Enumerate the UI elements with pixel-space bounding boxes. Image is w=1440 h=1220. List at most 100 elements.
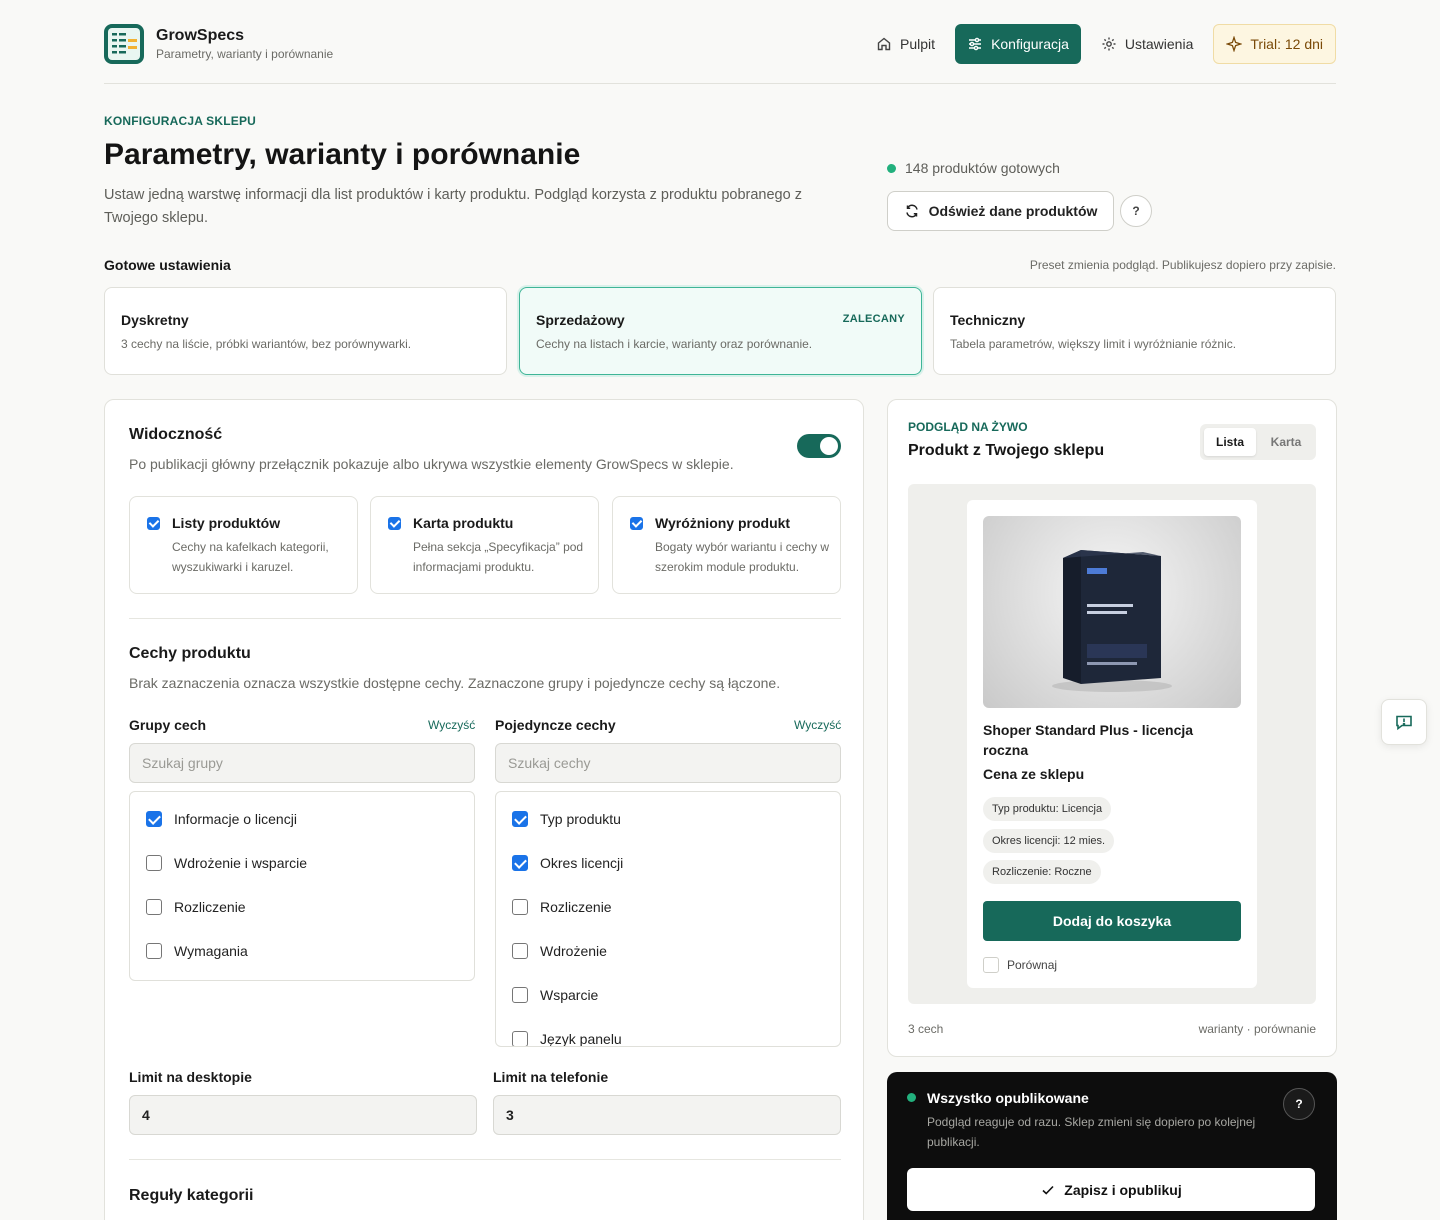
- list-item[interactable]: Wdrożenie: [512, 943, 607, 959]
- nav-item-konfiguracja[interactable]: Konfiguracja: [955, 24, 1081, 64]
- single-features-list[interactable]: Typ produktu Okres licencji Rozliczenie …: [495, 791, 841, 1047]
- publish-desc: Podgląd reaguje od razu. Sklep zmieni si…: [927, 1115, 1256, 1149]
- features-desc: Brak zaznaczenia oznacza wszystkie dostę…: [129, 675, 781, 691]
- nav-label: Konfiguracja: [991, 36, 1069, 52]
- groups-label: Grupy cech: [129, 717, 207, 733]
- groups-clear-link[interactable]: Wyczyść: [428, 718, 475, 732]
- refresh-products-button[interactable]: Odśwież dane produktów: [887, 191, 1114, 231]
- trial-label: Trial: 12 dni: [1250, 36, 1323, 52]
- live-preview-panel: PODGLĄD NA ŻYWO Produkt z Twojego sklepu…: [887, 399, 1337, 1057]
- checkbox[interactable]: [146, 811, 162, 827]
- trial-badge[interactable]: Trial: 12 dni: [1213, 24, 1336, 64]
- preset-dyskretny[interactable]: Dyskretny 3 cechy na liście, próbki wari…: [104, 287, 507, 375]
- checkbox[interactable]: [512, 899, 528, 915]
- limit-desktop-input[interactable]: 4: [129, 1095, 477, 1135]
- list-item[interactable]: Typ produktu: [512, 811, 621, 827]
- nav-item-ustawienia[interactable]: Ustawienia: [1089, 24, 1205, 64]
- checkbox[interactable]: [388, 517, 401, 530]
- feature-chip: Okres licencji: 12 mies.: [983, 829, 1115, 853]
- settings-panel: Widoczność Po publikacji główny przełącz…: [104, 399, 864, 1220]
- preset-title: Dyskretny: [121, 312, 189, 328]
- refresh-icon: [905, 204, 918, 218]
- preset-desc: 3 cechy na liście, próbki wariantów, bez…: [121, 337, 412, 351]
- features-search-input[interactable]: Szukaj cechy: [495, 743, 841, 783]
- checkbox[interactable]: [512, 1031, 528, 1046]
- limit-mobile-label: Limit na telefonie: [493, 1069, 609, 1085]
- preview-modules: warianty · porównanie: [1198, 1022, 1316, 1036]
- gear-icon: [1102, 37, 1116, 51]
- product-name[interactable]: Shoper Standard Plus - licencja roczna: [983, 720, 1233, 760]
- checkbox[interactable]: [512, 855, 528, 871]
- option-title: Wyróżniony produkt: [655, 515, 791, 531]
- publish-panel: Wszystko opublikowane Podgląd reaguje od…: [887, 1072, 1337, 1220]
- list-item[interactable]: Wsparcie: [512, 987, 598, 1003]
- list-item[interactable]: Informacje o licencji: [146, 811, 297, 827]
- app-header: GrowSpecs Parametry, warianty i porównan…: [104, 24, 1336, 84]
- tab-karta[interactable]: Karta: [1260, 428, 1312, 456]
- visibility-option-product-card[interactable]: Karta produktu Pełna sekcja „Specyfikacj…: [370, 496, 599, 594]
- save-publish-label: Zapisz i opublikuj: [1064, 1181, 1182, 1198]
- compare-checkbox[interactable]: Porównaj: [983, 957, 1057, 973]
- feedback-button[interactable]: [1381, 699, 1427, 745]
- preview-feature-count: 3 cech: [908, 1022, 944, 1036]
- presets-note: Preset zmienia podgląd. Publikujesz dopi…: [1029, 258, 1336, 272]
- option-desc: Bogaty wybór wariantu i cechy w szerokim…: [655, 540, 830, 574]
- logo-icon: [104, 24, 144, 64]
- page-eyebrow: KONFIGURACJA SKLEPU: [104, 114, 257, 128]
- visibility-toggle[interactable]: [797, 434, 841, 458]
- groups-search-input[interactable]: Szukaj grupy: [129, 743, 475, 783]
- nav-item-pulpit[interactable]: Pulpit: [864, 24, 947, 64]
- status-dot: [887, 163, 896, 173]
- item-label: Wsparcie: [540, 987, 599, 1003]
- preview-stage: Shoper Standard Plus - licencja roczna C…: [908, 484, 1316, 1004]
- preset-sprzedazowy[interactable]: Sprzedażowy ZALECANY Cechy na listach i …: [519, 287, 922, 375]
- preset-techniczny[interactable]: Techniczny Tabela parametrów, większy li…: [933, 287, 1336, 375]
- tab-lista[interactable]: Lista: [1204, 428, 1256, 456]
- recommended-badge: ZALECANY: [842, 313, 905, 325]
- check-icon: [1042, 1185, 1054, 1195]
- list-item[interactable]: Wymagania: [146, 943, 248, 959]
- single-features-label: Pojedyncze cechy: [495, 717, 616, 733]
- save-publish-button[interactable]: Zapisz i opublikuj: [907, 1168, 1315, 1211]
- feature-chip: Typ produktu: Licencja: [983, 797, 1112, 821]
- option-desc: Cechy na kafelkach kategorii, wyszukiwar…: [172, 540, 329, 574]
- product-image[interactable]: [983, 516, 1241, 708]
- list-item[interactable]: Język panelu: [512, 1031, 622, 1046]
- divider: [129, 618, 841, 619]
- list-item[interactable]: Rozliczenie: [512, 899, 612, 915]
- visibility-title: Widoczność: [129, 426, 223, 443]
- checkbox[interactable]: [146, 943, 162, 959]
- checkbox[interactable]: [512, 943, 528, 959]
- help-button[interactable]: ?: [1120, 195, 1152, 227]
- visibility-desc: Po publikacji główny przełącznik pokazuj…: [129, 456, 734, 472]
- preview-eyebrow: PODGLĄD NA ŻYWO: [908, 420, 1028, 434]
- sliders-icon: [969, 37, 982, 51]
- preset-title: Techniczny: [950, 312, 1026, 328]
- home-icon: [877, 37, 891, 51]
- limit-mobile-input[interactable]: 3: [493, 1095, 841, 1135]
- list-item[interactable]: Wdrożenie i wsparcie: [146, 855, 307, 871]
- groups-list: Informacje o licencji Wdrożenie i wsparc…: [129, 791, 475, 981]
- item-label: Rozliczenie: [540, 899, 612, 915]
- checkbox[interactable]: [146, 899, 162, 915]
- add-to-cart-button[interactable]: Dodaj do koszyka: [983, 901, 1241, 941]
- help-button[interactable]: ?: [1283, 1088, 1315, 1120]
- checkbox[interactable]: [147, 517, 160, 530]
- checkbox[interactable]: [146, 855, 162, 871]
- checkbox[interactable]: [983, 957, 999, 973]
- checkbox[interactable]: [512, 987, 528, 1003]
- visibility-option-featured[interactable]: Wyróżniony produkt Bogaty wybór wariantu…: [612, 496, 841, 594]
- category-rules-title: Reguły kategorii: [129, 1187, 254, 1204]
- checkbox[interactable]: [630, 517, 643, 530]
- item-label: Typ produktu: [540, 811, 621, 827]
- checkbox[interactable]: [512, 811, 528, 827]
- item-label: Okres licencji: [540, 855, 624, 871]
- preset-desc: Tabela parametrów, większy limit i wyróż…: [950, 337, 1237, 351]
- single-clear-link[interactable]: Wyczyść: [794, 718, 841, 732]
- visibility-option-lists[interactable]: Listy produktów Cechy na kafelkach kateg…: [129, 496, 358, 594]
- status-dot: [907, 1093, 916, 1102]
- list-item[interactable]: Rozliczenie: [146, 899, 246, 915]
- list-item[interactable]: Okres licencji: [512, 855, 623, 871]
- item-label: Rozliczenie: [174, 899, 246, 915]
- nav-label: Ustawienia: [1124, 36, 1194, 52]
